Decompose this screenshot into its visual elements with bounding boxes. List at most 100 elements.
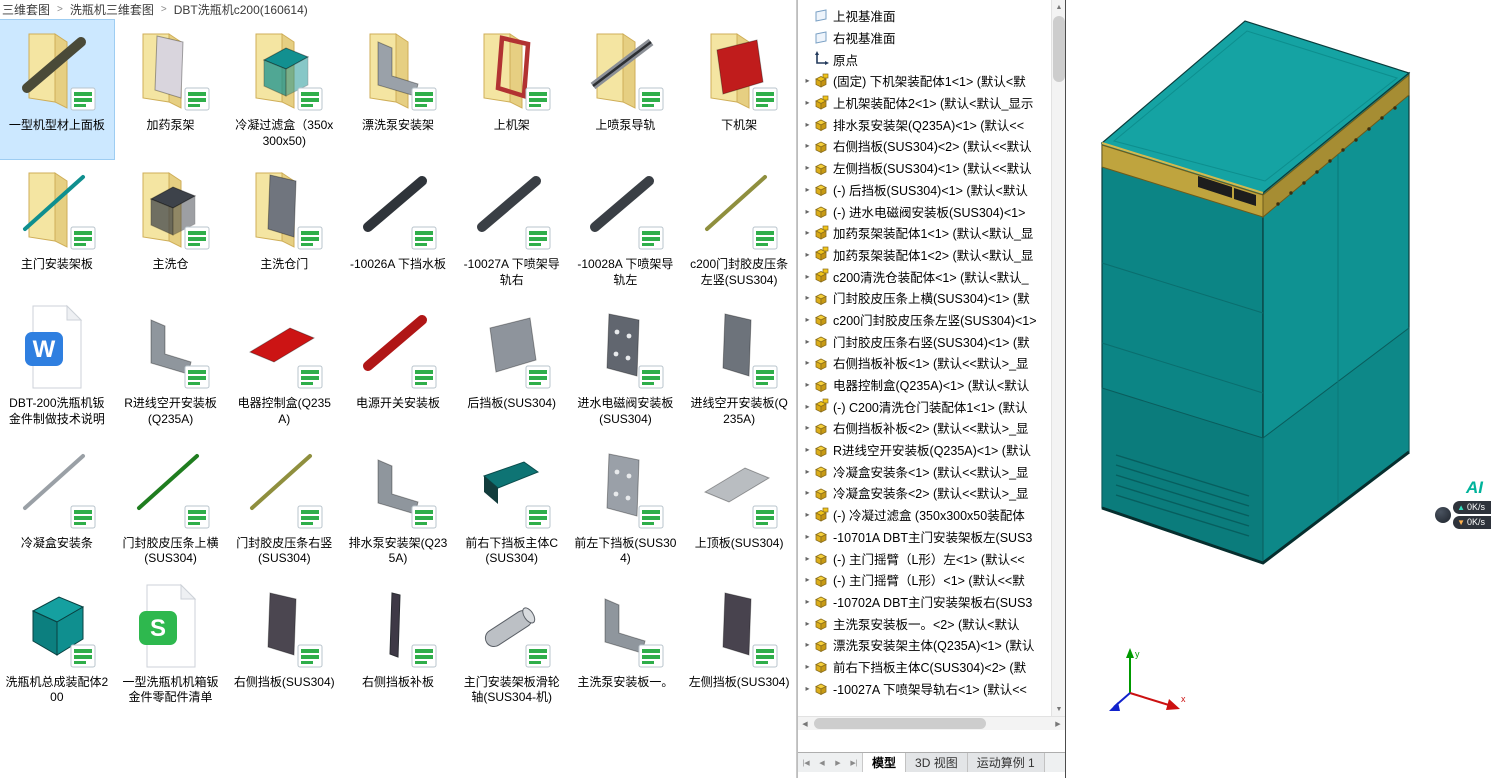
expand-arrow-icon[interactable]: ▸ [802, 228, 813, 237]
tree-item[interactable]: ▸ (-) 后挡板(SUS304)<1> (默认<默认 [802, 179, 1049, 201]
expand-arrow-icon[interactable]: ▸ [802, 293, 813, 302]
expand-arrow-icon[interactable]: ▸ [802, 619, 813, 628]
file-item[interactable]: 主洗仓门 [227, 159, 341, 298]
file-item[interactable]: -10027A 下喷架导轨右 [455, 159, 569, 298]
breadcrumb-item[interactable]: 三维套图 [2, 1, 50, 18]
file-item[interactable]: 门封胶皮压条上横(SUS304) [114, 438, 228, 577]
tree-item[interactable]: ▸ (-) C200清洗仓门装配体1<1> (默认 [802, 395, 1049, 417]
tab-model-active[interactable]: 模型 [863, 753, 907, 772]
tree-item[interactable]: ▸ R进线空开安装板(Q235A)<1> (默认 [802, 439, 1049, 461]
graphics-viewport[interactable]: y x AI ▲ 0K/s ▼ 0K/s [1065, 0, 1491, 778]
expand-arrow-icon[interactable]: ▸ [802, 488, 813, 497]
tree-item[interactable]: ▸ 左侧挡板(SUS304)<1> (默认<<默认 [802, 157, 1049, 179]
tree-item[interactable]: ▸ c200门封胶皮压条左竖(SUS304)<1> [802, 309, 1049, 331]
expand-arrow-icon[interactable]: ▸ [802, 662, 813, 671]
tree-item[interactable]: ▸ 冷凝盒安装条<1> (默认<<默认>_显 [802, 460, 1049, 482]
expand-arrow-icon[interactable]: ▸ [802, 76, 813, 85]
expand-arrow-icon[interactable]: ▸ [802, 402, 813, 411]
file-item[interactable]: 洗瓶机总成装配体200 [0, 577, 114, 716]
tab-nav-icon[interactable]: ◀ [814, 753, 830, 772]
expand-arrow-icon[interactable]: ▸ [802, 163, 813, 172]
tree-item[interactable]: ▸ (-) 主门摇臂（L形）左<1> (默认<< [802, 547, 1049, 569]
horizontal-scroll-thumb[interactable] [814, 718, 987, 729]
tree-item[interactable]: ▸ (固定) 下机架装配体1<1> (默认<默 [802, 70, 1049, 92]
expand-arrow-icon[interactable]: ▸ [802, 207, 813, 216]
vertical-scrollbar[interactable]: ▲ ▼ [1051, 0, 1065, 716]
expand-arrow-icon[interactable]: ▸ [802, 554, 813, 563]
expand-arrow-icon[interactable]: ▸ [802, 575, 813, 584]
tree-item[interactable]: ▸ 门封胶皮压条右竖(SUS304)<1> (默 [802, 330, 1049, 352]
breadcrumb-item[interactable]: DBT洗瓶机c200(160614) [174, 1, 308, 18]
tab-nav-icon[interactable]: ▶ [830, 753, 846, 772]
expand-arrow-icon[interactable]: ▸ [802, 337, 813, 346]
tree-item[interactable]: ▸ 冷凝盒安装条<2> (默认<<默认>_显 [802, 482, 1049, 504]
file-item[interactable]: 主洗泵安装板一。 [569, 577, 683, 716]
file-item[interactable]: 前左下挡板(SUS304) [569, 438, 683, 577]
file-item[interactable]: -10026A 下挡水板 [341, 159, 455, 298]
expand-arrow-icon[interactable]: ▸ [802, 315, 813, 324]
tree-item[interactable]: ▸ -10027A 下喷架导轨右<1> (默认<< [802, 677, 1049, 699]
file-item[interactable]: 排水泵安装架(Q235A) [341, 438, 455, 577]
tree-item[interactable]: 右视基准面 [802, 27, 1049, 49]
file-item[interactable]: 进线空开安装板(Q235A) [682, 298, 796, 437]
file-item[interactable]: 上顶板(SUS304) [682, 438, 796, 577]
expand-arrow-icon[interactable]: ▸ [802, 640, 813, 649]
file-item[interactable]: -10028A 下喷架导轨左 [569, 159, 683, 298]
file-item[interactable]: 右侧挡板补板 [341, 577, 455, 716]
file-item[interactable]: 后挡板(SUS304) [455, 298, 569, 437]
file-item[interactable]: 下机架 [682, 20, 796, 159]
tree-item[interactable]: ▸ 右侧挡板补板<1> (默认<<默认>_显 [802, 352, 1049, 374]
file-item[interactable]: R进线空开安装板(Q235A) [114, 298, 228, 437]
tree-item[interactable]: 上视基准面 [802, 5, 1049, 27]
expand-arrow-icon[interactable]: ▸ [802, 684, 813, 693]
tree-item[interactable]: ▸ 前右下挡板主体C(SUS304)<2> (默 [802, 656, 1049, 678]
scroll-left-icon[interactable]: ◀ [798, 717, 812, 730]
tree-item[interactable]: ▸ 电器控制盒(Q235A)<1> (默认<默认 [802, 374, 1049, 396]
file-item[interactable]: 电器控制盒(Q235A) [227, 298, 341, 437]
expand-arrow-icon[interactable]: ▸ [802, 250, 813, 259]
file-item[interactable]: 主洗仓 [114, 159, 228, 298]
tree-item[interactable]: ▸ c200清洗仓装配体<1> (默认<默认_ [802, 265, 1049, 287]
tree-item[interactable]: ▸ 右侧挡板补板<2> (默认<<默认>_显 [802, 417, 1049, 439]
expand-arrow-icon[interactable]: ▸ [802, 532, 813, 541]
file-item[interactable]: 冷凝过滤盒（350x300x50) [227, 20, 341, 159]
tree-item[interactable]: ▸ 排水泵安装架(Q235A)<1> (默认<< [802, 113, 1049, 135]
file-item[interactable]: 冷凝盒安装条 [0, 438, 114, 577]
tree-item[interactable]: ▸ 漂洗泵安装架主体(Q235A)<1> (默认 [802, 634, 1049, 656]
tab-nav-icon[interactable]: |◀ [798, 753, 814, 772]
tree-item[interactable]: 原点 [802, 48, 1049, 70]
file-item[interactable]: 电源开关安装板 [341, 298, 455, 437]
scroll-right-icon[interactable]: ▶ [1051, 717, 1065, 730]
tree-item[interactable]: ▸ (-) 主门摇臂（L形）<1> (默认<<默 [802, 569, 1049, 591]
expand-arrow-icon[interactable]: ▸ [802, 445, 813, 454]
file-item[interactable]: 主门安装架板 [0, 159, 114, 298]
expand-arrow-icon[interactable]: ▸ [802, 380, 813, 389]
tree-item[interactable]: ▸ -10702A DBT主门安装架板右(SUS3 [802, 591, 1049, 613]
horizontal-scrollbar[interactable]: ◀ ▶ [798, 716, 1065, 730]
file-item[interactable]: 上喷泵导轨 [569, 20, 683, 159]
tree-item[interactable]: ▸ (-) 冷凝过滤盒 (350x300x50装配体 [802, 504, 1049, 526]
tree-item[interactable]: ▸ 加药泵架装配体1<2> (默认<默认_显 [802, 244, 1049, 266]
scroll-up-icon[interactable]: ▲ [1052, 0, 1065, 14]
expand-arrow-icon[interactable]: ▸ [802, 358, 813, 367]
file-item[interactable]: W DBT-200洗瓶机钣金件制做技术说明 [0, 298, 114, 437]
tree-item[interactable]: ▸ 右侧挡板(SUS304)<2> (默认<<默认 [802, 135, 1049, 157]
file-item[interactable]: 进水电磁阀安装板(SUS304) [569, 298, 683, 437]
network-speed-widget[interactable]: AI ▲ 0K/s ▼ 0K/s [1435, 478, 1491, 530]
file-item[interactable]: S 一型洗瓶机机箱钣金件零配件清单 [114, 577, 228, 716]
expand-arrow-icon[interactable]: ▸ [802, 185, 813, 194]
file-item[interactable]: 右侧挡板(SUS304) [227, 577, 341, 716]
file-item[interactable]: 漂洗泵安装架 [341, 20, 455, 159]
tab-nav-icon[interactable]: ▶| [846, 753, 862, 772]
tab-item[interactable]: 运动算例 1 [967, 753, 1045, 772]
tree-item[interactable]: ▸ 主洗泵安装板一。<2> (默认<默认 [802, 612, 1049, 634]
expand-arrow-icon[interactable]: ▸ [802, 510, 813, 519]
breadcrumb-item[interactable]: 洗瓶机三维套图 [70, 1, 154, 18]
vertical-scroll-thumb[interactable] [1053, 16, 1065, 82]
tree-item[interactable]: ▸ -10701A DBT主门安装架板左(SUS3 [802, 526, 1049, 548]
tree-item[interactable]: ▸ (-) 进水电磁阀安装板(SUS304)<1> [802, 200, 1049, 222]
expand-arrow-icon[interactable]: ▸ [802, 467, 813, 476]
tree-item[interactable]: ▸ 上机架装配体2<1> (默认<默认_显示 [802, 92, 1049, 114]
file-item[interactable]: 加药泵架 [114, 20, 228, 159]
file-item[interactable]: 主门安装架板滑轮轴(SUS304-机) [455, 577, 569, 716]
